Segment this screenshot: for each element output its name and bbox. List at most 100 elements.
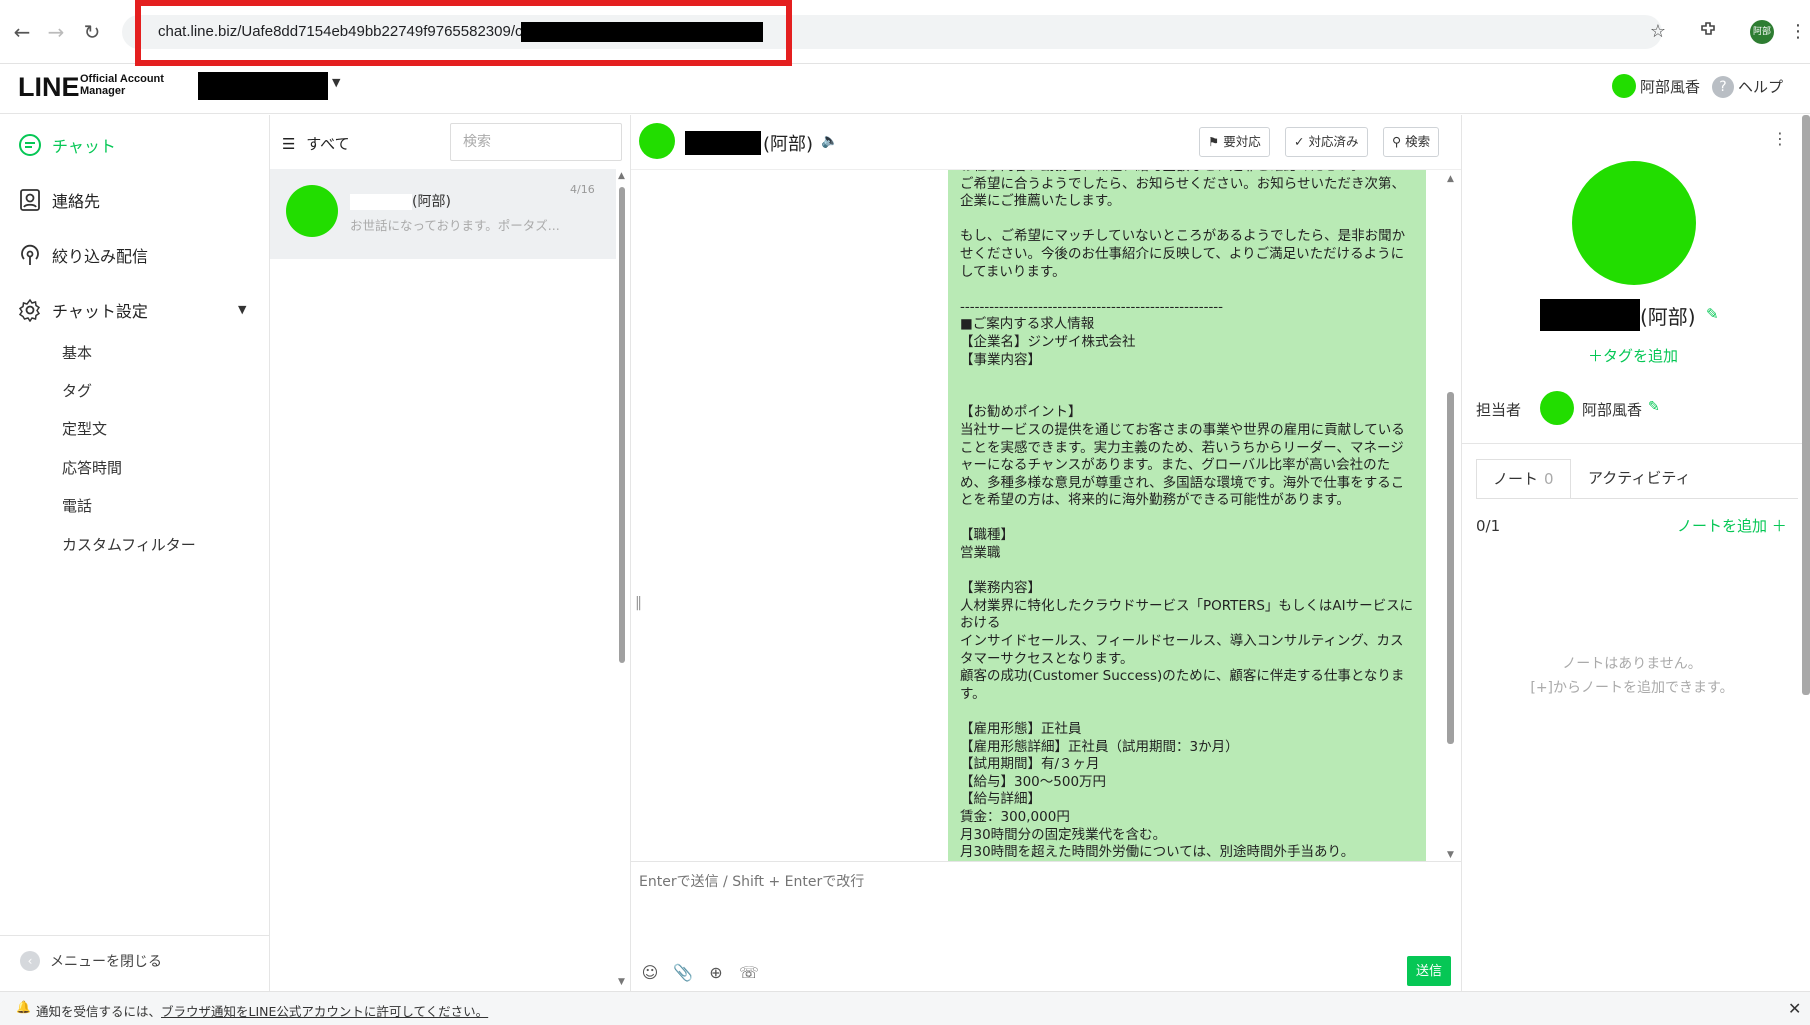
- chat-item-preview: お世話になっております。ポータズ...: [350, 218, 560, 233]
- close-icon[interactable]: ✕: [1788, 999, 1801, 1018]
- needs-action-button[interactable]: ⚑ 要対応: [1199, 127, 1270, 157]
- extensions-icon[interactable]: [1696, 20, 1720, 44]
- sidebar-item-broadcast[interactable]: 絞り込み配信: [18, 243, 148, 267]
- browser-menu-icon[interactable]: ⋮: [1786, 20, 1810, 44]
- add-template-icon[interactable]: ⊕: [705, 962, 727, 984]
- tab-notes-count: 0: [1544, 470, 1554, 488]
- notification-banner: 🔔 通知を受信するには、ブラウザ通知をLINE公式アカウントに許可してください。…: [0, 991, 1810, 1025]
- profile-scrollbar[interactable]: [1802, 115, 1810, 695]
- filter-label: すべて: [306, 135, 350, 153]
- chat-item-name-text: (阿部): [412, 194, 451, 210]
- filter-dropdown[interactable]: ☰ すべて: [282, 133, 350, 154]
- back-icon[interactable]: ←: [10, 20, 34, 44]
- chat-item-date: 4/16: [570, 183, 595, 196]
- message-area[interactable]: ‖ お仕事内容、勤務地、職種、給与金額など、是非ご確認ください。 ご希望に合うよ…: [631, 169, 1461, 861]
- scroll-up-icon[interactable]: ▲: [1447, 174, 1454, 184]
- name-redaction: [350, 194, 412, 210]
- sidebar-item-label: チャット: [52, 137, 116, 156]
- emoji-icon[interactable]: ☺: [639, 962, 661, 984]
- reload-icon[interactable]: ↻: [80, 20, 104, 44]
- profile-name: (阿部): [1640, 305, 1696, 329]
- tab-notes-label: ノート: [1493, 470, 1539, 488]
- notification-permission-link[interactable]: ブラウザ通知をLINE公式アカウントに許可してください。: [161, 1004, 488, 1019]
- edit-pencil-icon[interactable]: ✎: [1648, 399, 1660, 415]
- contacts-icon: [18, 188, 42, 212]
- sidebar-subitem-custom-filter[interactable]: カスタムフィルター: [62, 534, 196, 555]
- tab-underline: [1476, 498, 1798, 499]
- chat-list-item[interactable]: (阿部) お世話になっております。ポータズ... 4/16: [270, 169, 616, 259]
- more-options-icon[interactable]: ⋮: [1772, 129, 1788, 148]
- assignee-avatar: [1540, 391, 1574, 425]
- add-note-button[interactable]: ノートを追加 ＋: [1677, 515, 1787, 536]
- empty-notes-message: ノートはありません。: [1562, 656, 1702, 672]
- sidebar-divider: [0, 935, 270, 936]
- chat-pane: (阿部) 🔈 ⚑ 要対応 ✓ 対応済み ⚲ 検索 ‖ お仕事内容、勤務地、職種、…: [631, 115, 1461, 991]
- settings-icon: [18, 298, 42, 322]
- notification-prefix: 通知を受信するには、: [36, 1004, 162, 1019]
- resize-handle-icon[interactable]: ‖: [635, 595, 642, 611]
- chat-contact-name[interactable]: (阿部): [763, 130, 813, 156]
- sidebar-subitem-templates[interactable]: 定型文: [62, 418, 107, 439]
- resolved-button[interactable]: ✓ 対応済み: [1285, 127, 1368, 157]
- sidebar-subitem-tags[interactable]: タグ: [62, 380, 92, 401]
- sidebar: チャット 連絡先 絞り込み配信 チャット設定 ▼ 基本 タグ 定型文 応答時間 …: [0, 115, 270, 991]
- broadcast-icon: [18, 243, 42, 267]
- empty-notes-hint: [+]からノートを追加できます。: [1530, 680, 1734, 696]
- chat-icon: [18, 133, 42, 157]
- scroll-up-icon[interactable]: ▲: [618, 171, 625, 181]
- chat-search-input[interactable]: 検索: [450, 123, 622, 161]
- needs-action-label: 要対応: [1223, 134, 1261, 149]
- sidebar-item-label: チャット設定: [52, 302, 148, 321]
- browser-profile-avatar[interactable]: 阿部: [1750, 20, 1774, 44]
- edit-pencil-icon[interactable]: ✎: [1706, 305, 1719, 323]
- search-icon: ⚲: [1392, 134, 1402, 149]
- user-avatar[interactable]: [1612, 74, 1636, 98]
- help-icon[interactable]: ?: [1712, 76, 1734, 98]
- bell-icon: 🔔: [16, 1000, 31, 1014]
- divider: [1462, 443, 1802, 444]
- note-count: 0/1: [1476, 517, 1501, 535]
- sidebar-item-label: 絞り込み配信: [52, 247, 149, 266]
- sidebar-subitem-basic[interactable]: 基本: [62, 342, 92, 363]
- user-name[interactable]: 阿部風香: [1640, 76, 1700, 97]
- call-icon[interactable]: ☏: [738, 962, 760, 984]
- tab-notes[interactable]: ノート 0: [1476, 459, 1571, 499]
- speaker-icon[interactable]: 🔈: [821, 133, 838, 149]
- chat-list-panel: ☰ すべて 検索 (阿部) お世話になっております。ポータズ... 4/16 ▲…: [270, 115, 631, 991]
- notification-text: 通知を受信するには、ブラウザ通知をLINE公式アカウントに許可してください。: [36, 1001, 488, 1020]
- add-tag-button[interactable]: ＋タグを追加: [1588, 345, 1678, 366]
- assignee-label: 担当者: [1476, 401, 1522, 419]
- sidebar-item-contacts[interactable]: 連絡先: [18, 188, 100, 212]
- help-link[interactable]: ヘルプ: [1738, 76, 1783, 97]
- search-button[interactable]: ⚲ 検索: [1383, 127, 1440, 157]
- chat-list-scrollbar[interactable]: [619, 187, 625, 663]
- chevron-down-icon[interactable]: ▼: [332, 76, 340, 89]
- profile-avatar: [1572, 161, 1696, 285]
- sidebar-item-chat-settings[interactable]: チャット設定: [18, 298, 148, 322]
- url-highlight-box: [135, 0, 792, 66]
- attachment-icon[interactable]: 📎: [672, 962, 694, 984]
- sidebar-subitem-response-hours[interactable]: 応答時間: [62, 457, 122, 478]
- send-button[interactable]: 送信: [1407, 956, 1451, 986]
- chevron-down-icon[interactable]: ▼: [238, 303, 246, 316]
- avatar[interactable]: [639, 123, 675, 159]
- account-selector[interactable]: [198, 72, 328, 100]
- collapse-menu-button[interactable]: ‹ メニューを閉じる: [20, 951, 162, 971]
- sidebar-item-chat[interactable]: チャット: [18, 133, 116, 157]
- scroll-down-icon[interactable]: ▼: [618, 977, 625, 987]
- name-redaction: [1540, 299, 1640, 331]
- message-composer: ☺ 📎 ⊕ ☏ 送信: [631, 861, 1461, 991]
- forward-icon[interactable]: →: [44, 20, 68, 44]
- sidebar-subitem-phone[interactable]: 電話: [62, 495, 92, 516]
- line-logo[interactable]: LINE: [18, 72, 80, 103]
- chat-item-name: (阿部): [350, 191, 451, 211]
- tab-activity[interactable]: アクティビティ: [1572, 459, 1706, 499]
- browser-toolbar: ← → ↻ chat.line.biz/Uafe8dd7154eb49bb227…: [0, 0, 1810, 66]
- chat-header: (阿部) 🔈 ⚑ 要対応 ✓ 対応済み ⚲ 検索: [631, 115, 1461, 169]
- avatar: [286, 185, 338, 237]
- message-scrollbar[interactable]: [1447, 392, 1454, 744]
- bookmark-star-icon[interactable]: ☆: [1646, 20, 1670, 44]
- scroll-down-icon[interactable]: ▼: [1447, 850, 1454, 860]
- chevron-left-icon: ‹: [20, 951, 40, 971]
- message-input[interactable]: [639, 874, 1429, 890]
